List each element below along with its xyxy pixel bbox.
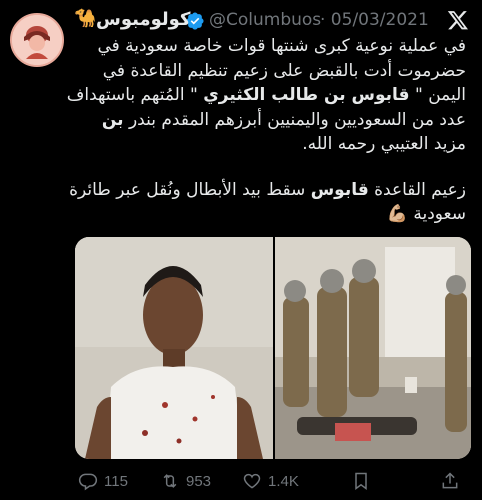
flexed-biceps-emoji-icon: 💪🏼 [386, 204, 408, 224]
bookmark-button[interactable] [351, 466, 371, 496]
x-logo-icon[interactable] [447, 9, 469, 31]
like-button[interactable]: 1.4K [242, 466, 299, 496]
highlight-name: قابوس بن طالب الكثيري [203, 85, 410, 105]
retweet-button[interactable]: 953 [160, 466, 211, 496]
tweet-media[interactable] [75, 237, 471, 459]
reply-button[interactable]: 115 [78, 466, 128, 496]
tweet-date[interactable]: · 05/03/2021 [320, 10, 429, 30]
tweet-actions: 115 953 1.4K [0, 466, 482, 496]
user-handle[interactable]: @Columbuos [209, 10, 321, 30]
reply-count: 115 [104, 472, 128, 490]
like-count: 1.4K [268, 472, 299, 490]
share-icon [442, 472, 458, 489]
retweet-count: 953 [186, 472, 212, 490]
retweet-icon [163, 474, 177, 488]
bookmark-icon [355, 472, 367, 490]
camel-emoji-icon: 🐪 [74, 8, 97, 29]
tweet-paragraph-2: زعيم القاعدة قابوس سقط بيد الأبطال ونُقل… [69, 179, 466, 225]
media-photo-2[interactable] [275, 237, 471, 459]
share-button[interactable] [440, 466, 460, 496]
tweet-text: في عملية نوعية كبرى شنتها قوات خاصة سعود… [10, 34, 466, 227]
heart-icon [243, 473, 261, 489]
highlight-name-2: قابوس [310, 179, 369, 200]
display-name[interactable]: كولومبوس [96, 9, 190, 30]
tweet-paragraph-1: في عملية نوعية كبرى شنتها قوات خاصة سعود… [66, 36, 466, 154]
media-photo-1[interactable] [75, 237, 273, 459]
reply-icon [78, 473, 98, 491]
